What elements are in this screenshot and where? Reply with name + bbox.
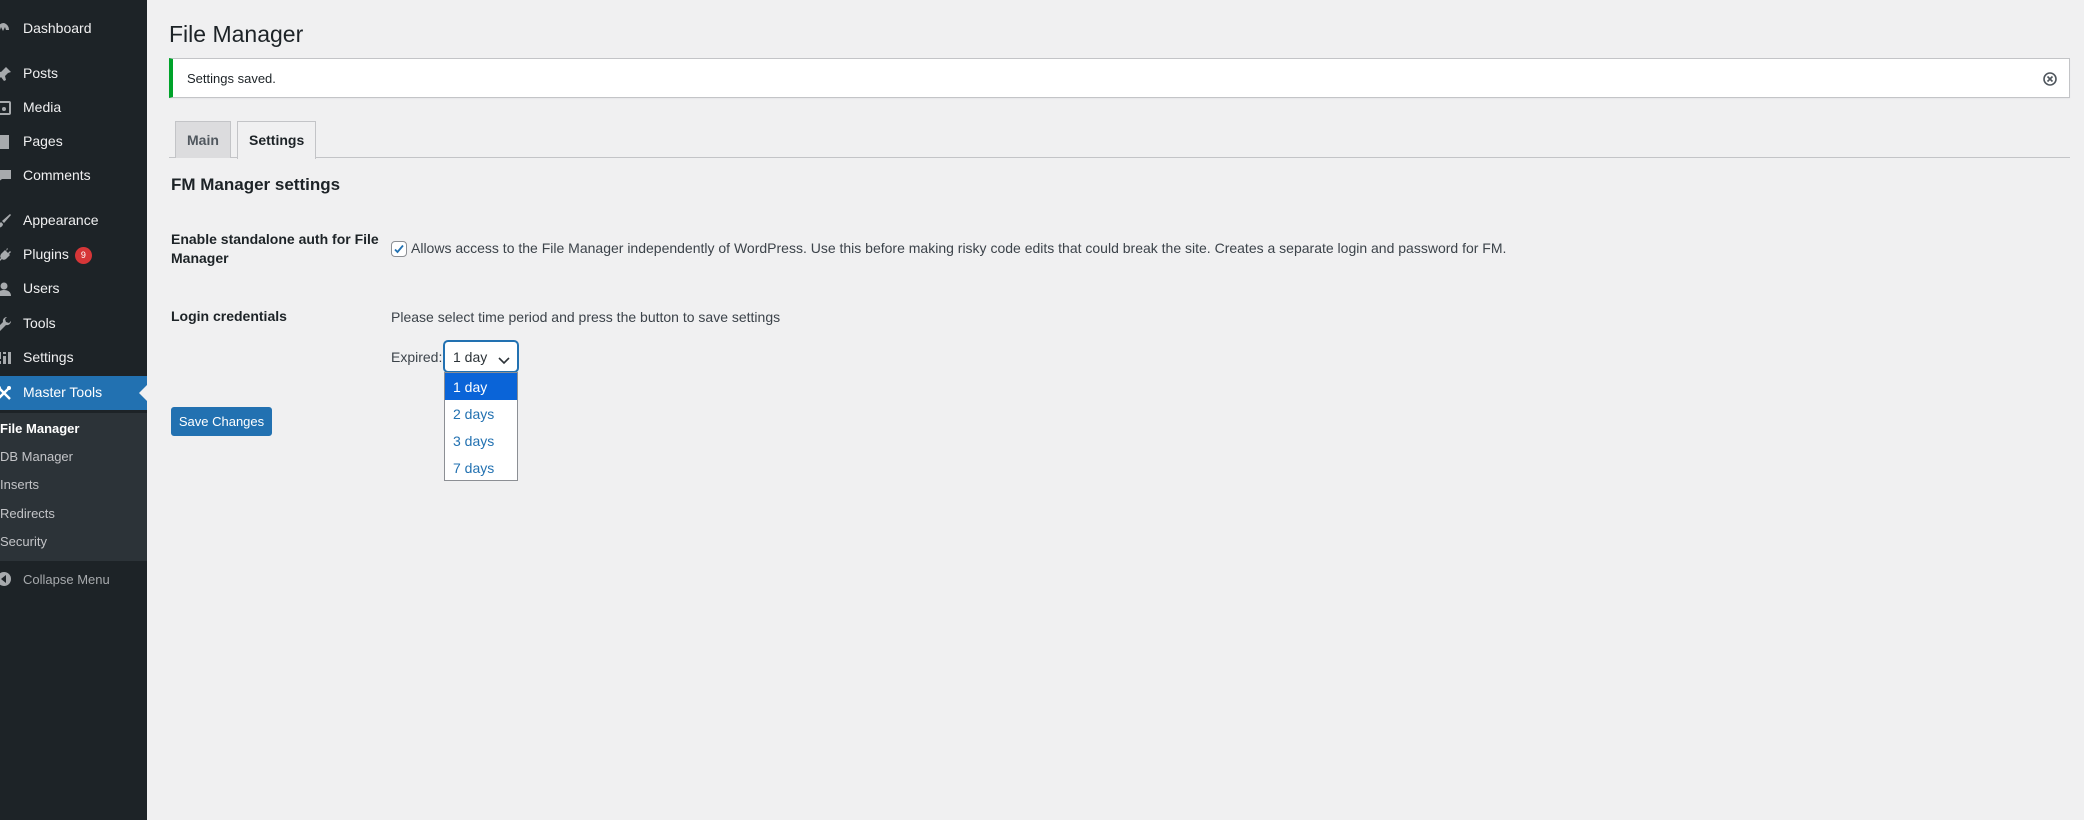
option-7-days[interactable]: 7 days [445, 454, 517, 481]
plug-icon [0, 247, 14, 263]
dismiss-icon[interactable] [2043, 72, 2057, 86]
active-menu-pointer [139, 385, 147, 401]
menu-label: Plugins 9 [23, 246, 92, 264]
page-title: File Manager [169, 21, 304, 47]
menu-item-posts[interactable]: Posts [0, 57, 147, 91]
wrench-icon [0, 316, 14, 332]
notice-message: Settings saved. [187, 71, 276, 86]
standalone-auth-description: Allows access to the File Manager indepe… [411, 240, 1507, 256]
option-3-days[interactable]: 3 days [445, 427, 517, 454]
plugins-label: Plugins [23, 246, 69, 262]
chevron-down-icon [498, 352, 510, 368]
login-credentials-label: Login credentials [171, 308, 287, 324]
menu-label: Media [23, 99, 62, 115]
menu-label: Tools [23, 315, 56, 331]
menu-label: Master Tools [23, 384, 103, 400]
expired-options-dropdown: 1 day 2 days 3 days 7 days [444, 372, 518, 481]
pin-icon [0, 66, 14, 82]
menu-label: Appearance [23, 212, 99, 228]
page-icon [0, 134, 14, 150]
menu-item-dashboard[interactable]: Dashboard [0, 12, 147, 46]
media-icon [0, 100, 14, 116]
submenu-file-manager[interactable]: File Manager [0, 421, 147, 447]
expired-selected-value: 1 day [453, 349, 488, 365]
credentials-description: Please select time period and press the … [391, 309, 781, 325]
tab-settings[interactable]: Settings [237, 121, 317, 159]
section-title: FM Manager settings [171, 175, 341, 194]
standalone-auth-checkbox[interactable] [391, 241, 407, 257]
collapse-menu-button[interactable]: Collapse Menu [0, 568, 147, 592]
menu-item-master-tools[interactable]: Master Tools [0, 376, 147, 410]
tabs-divider [169, 157, 2070, 158]
checkmark-icon [394, 244, 404, 254]
option-1-day[interactable]: 1 day [445, 373, 517, 400]
menu-item-appearance[interactable]: Appearance [0, 204, 147, 238]
menu-item-comments[interactable]: Comments [0, 159, 147, 193]
menu-item-tools[interactable]: Tools [0, 307, 147, 341]
submenu-db-manager[interactable]: DB Manager [0, 449, 147, 475]
submenu-inserts[interactable]: Inserts [0, 477, 147, 503]
dashboard-icon [0, 21, 14, 37]
tools-icon [0, 385, 14, 401]
menu-label: Comments [23, 167, 91, 183]
tab-main[interactable]: Main [175, 121, 231, 158]
expired-select[interactable]: 1 day [444, 341, 518, 372]
save-changes-button[interactable]: Save Changes [171, 407, 272, 436]
comment-icon [0, 168, 14, 184]
collapse-label: Collapse Menu [23, 572, 110, 587]
menu-label: Posts [23, 65, 59, 81]
menu-item-users[interactable]: Users [0, 272, 147, 306]
expired-label: Expired: [391, 349, 443, 365]
user-icon [0, 281, 14, 297]
menu-item-settings[interactable]: Settings [0, 341, 147, 375]
collapse-arrow-icon [0, 571, 12, 590]
menu-label: Pages [23, 133, 63, 149]
success-notice: Settings saved. [169, 58, 2070, 98]
menu-item-media[interactable]: Media [0, 91, 147, 125]
brush-icon [0, 213, 14, 229]
submenu-security[interactable]: Security [0, 534, 147, 560]
menu-item-plugins[interactable]: Plugins 9 [0, 238, 147, 272]
admin-sidebar: Dashboard Posts Media Pages Comments App… [0, 0, 147, 820]
sliders-icon [0, 350, 14, 366]
update-count-badge: 9 [74, 247, 92, 264]
menu-label: Dashboard [23, 20, 92, 36]
menu-item-pages[interactable]: Pages [0, 125, 147, 159]
submenu-redirects[interactable]: Redirects [0, 506, 147, 532]
menu-label: Settings [23, 349, 74, 365]
standalone-auth-label: Enable standalone auth for File Manager [171, 231, 379, 266]
master-tools-submenu: File Manager DB Manager Inserts Redirect… [0, 413, 147, 561]
menu-label: Users [23, 280, 60, 296]
option-2-days[interactable]: 2 days [445, 400, 517, 427]
